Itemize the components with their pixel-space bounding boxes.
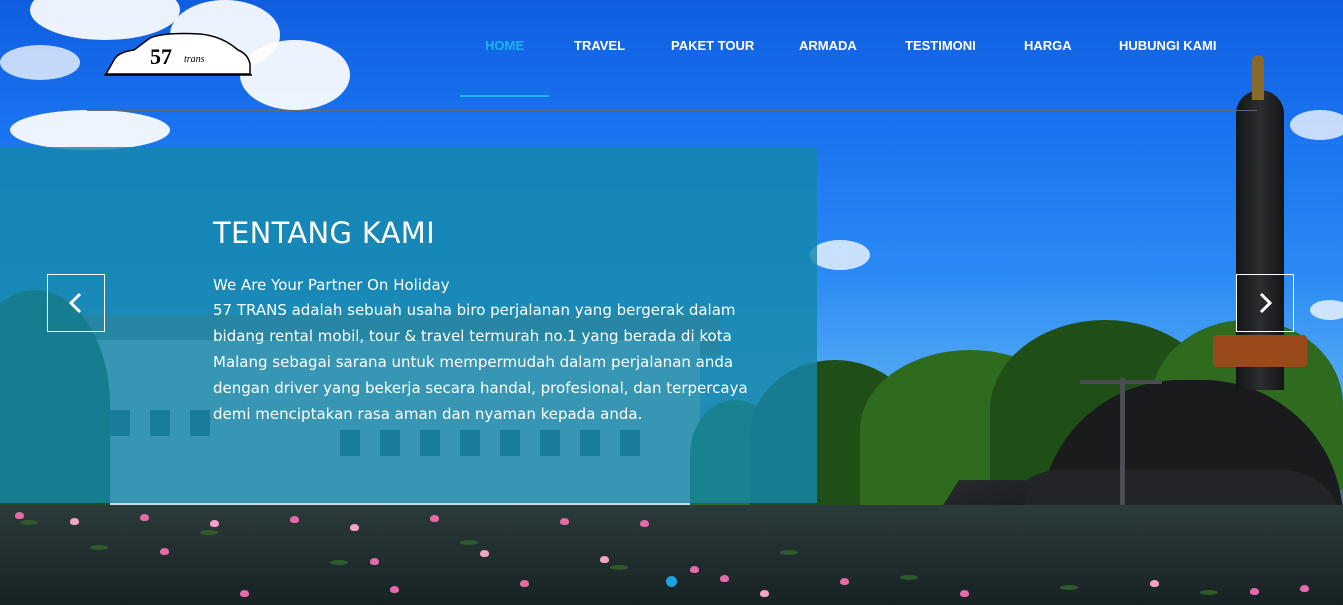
slider-next-button[interactable]	[1236, 274, 1294, 332]
nav-home[interactable]: HOME	[485, 38, 524, 53]
about-line: Malang sebagai sarana untuk mempermudah …	[213, 353, 734, 371]
nav-harga[interactable]: HARGA	[1024, 38, 1072, 53]
about-title: TENTANG KAMI	[213, 216, 435, 250]
nav-paket-tour[interactable]: PAKET TOUR	[671, 38, 754, 53]
main-navigation: HOME TRAVEL PAKET TOUR ARMADA TESTIMONI …	[0, 38, 1343, 58]
header-divider	[87, 110, 1257, 111]
about-line: dengan driver yang bekerja secara handal…	[213, 379, 748, 397]
about-line: demi menciptakan rasa aman dan nyaman ke…	[213, 405, 643, 423]
nav-testimoni[interactable]: TESTIMONI	[905, 38, 976, 53]
about-line: bidang rental mobil, tour & travel termu…	[213, 327, 732, 345]
about-line: 57 TRANS adalah sebuah usaha biro perjal…	[213, 301, 736, 319]
active-nav-indicator	[460, 95, 549, 97]
slider-dot-active[interactable]	[666, 576, 677, 587]
nav-travel[interactable]: TRAVEL	[574, 38, 625, 53]
chevron-left-icon	[68, 292, 82, 314]
about-description: 57 TRANS adalah sebuah usaha biro perjal…	[213, 297, 773, 427]
slider-prev-button[interactable]	[47, 274, 105, 332]
nav-hubungi-kami[interactable]: HUBUNGI KAMI	[1119, 38, 1217, 53]
chevron-right-icon	[1259, 292, 1273, 314]
about-tagline: We Are Your Partner On Holiday	[213, 276, 450, 294]
slider-indicators	[666, 574, 677, 592]
nav-armada[interactable]: ARMADA	[799, 38, 857, 53]
